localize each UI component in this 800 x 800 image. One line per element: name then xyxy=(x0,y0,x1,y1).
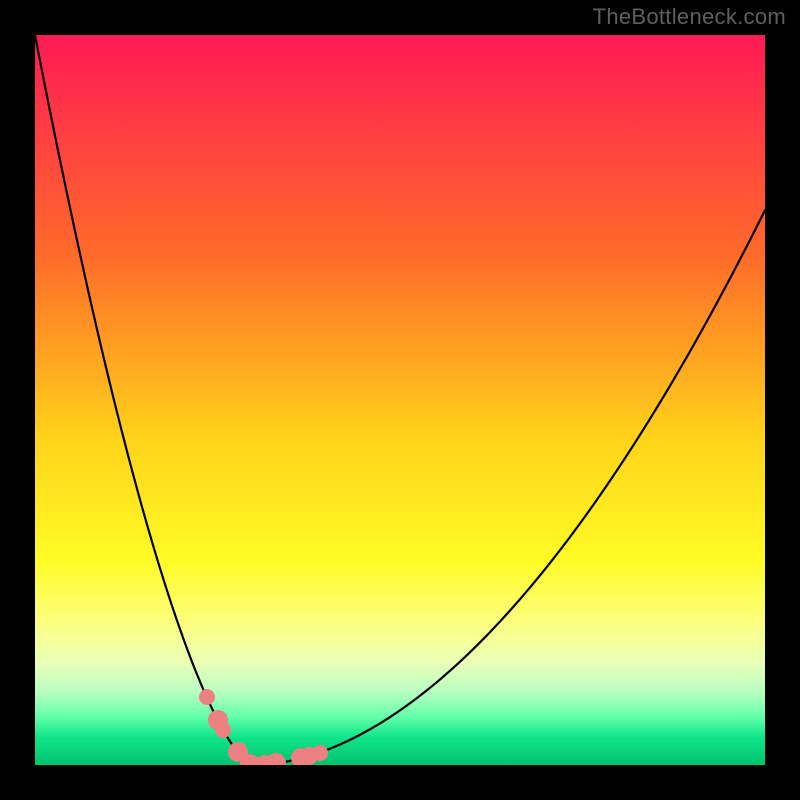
data-markers xyxy=(35,35,765,765)
watermark-text: TheBottleneck.com xyxy=(593,4,786,30)
plot-area xyxy=(35,35,765,765)
chart-frame: TheBottleneck.com xyxy=(0,0,800,800)
curve-marker xyxy=(266,753,286,765)
curve-marker xyxy=(215,722,231,738)
curve-marker xyxy=(199,689,215,705)
curve-marker xyxy=(312,745,328,761)
